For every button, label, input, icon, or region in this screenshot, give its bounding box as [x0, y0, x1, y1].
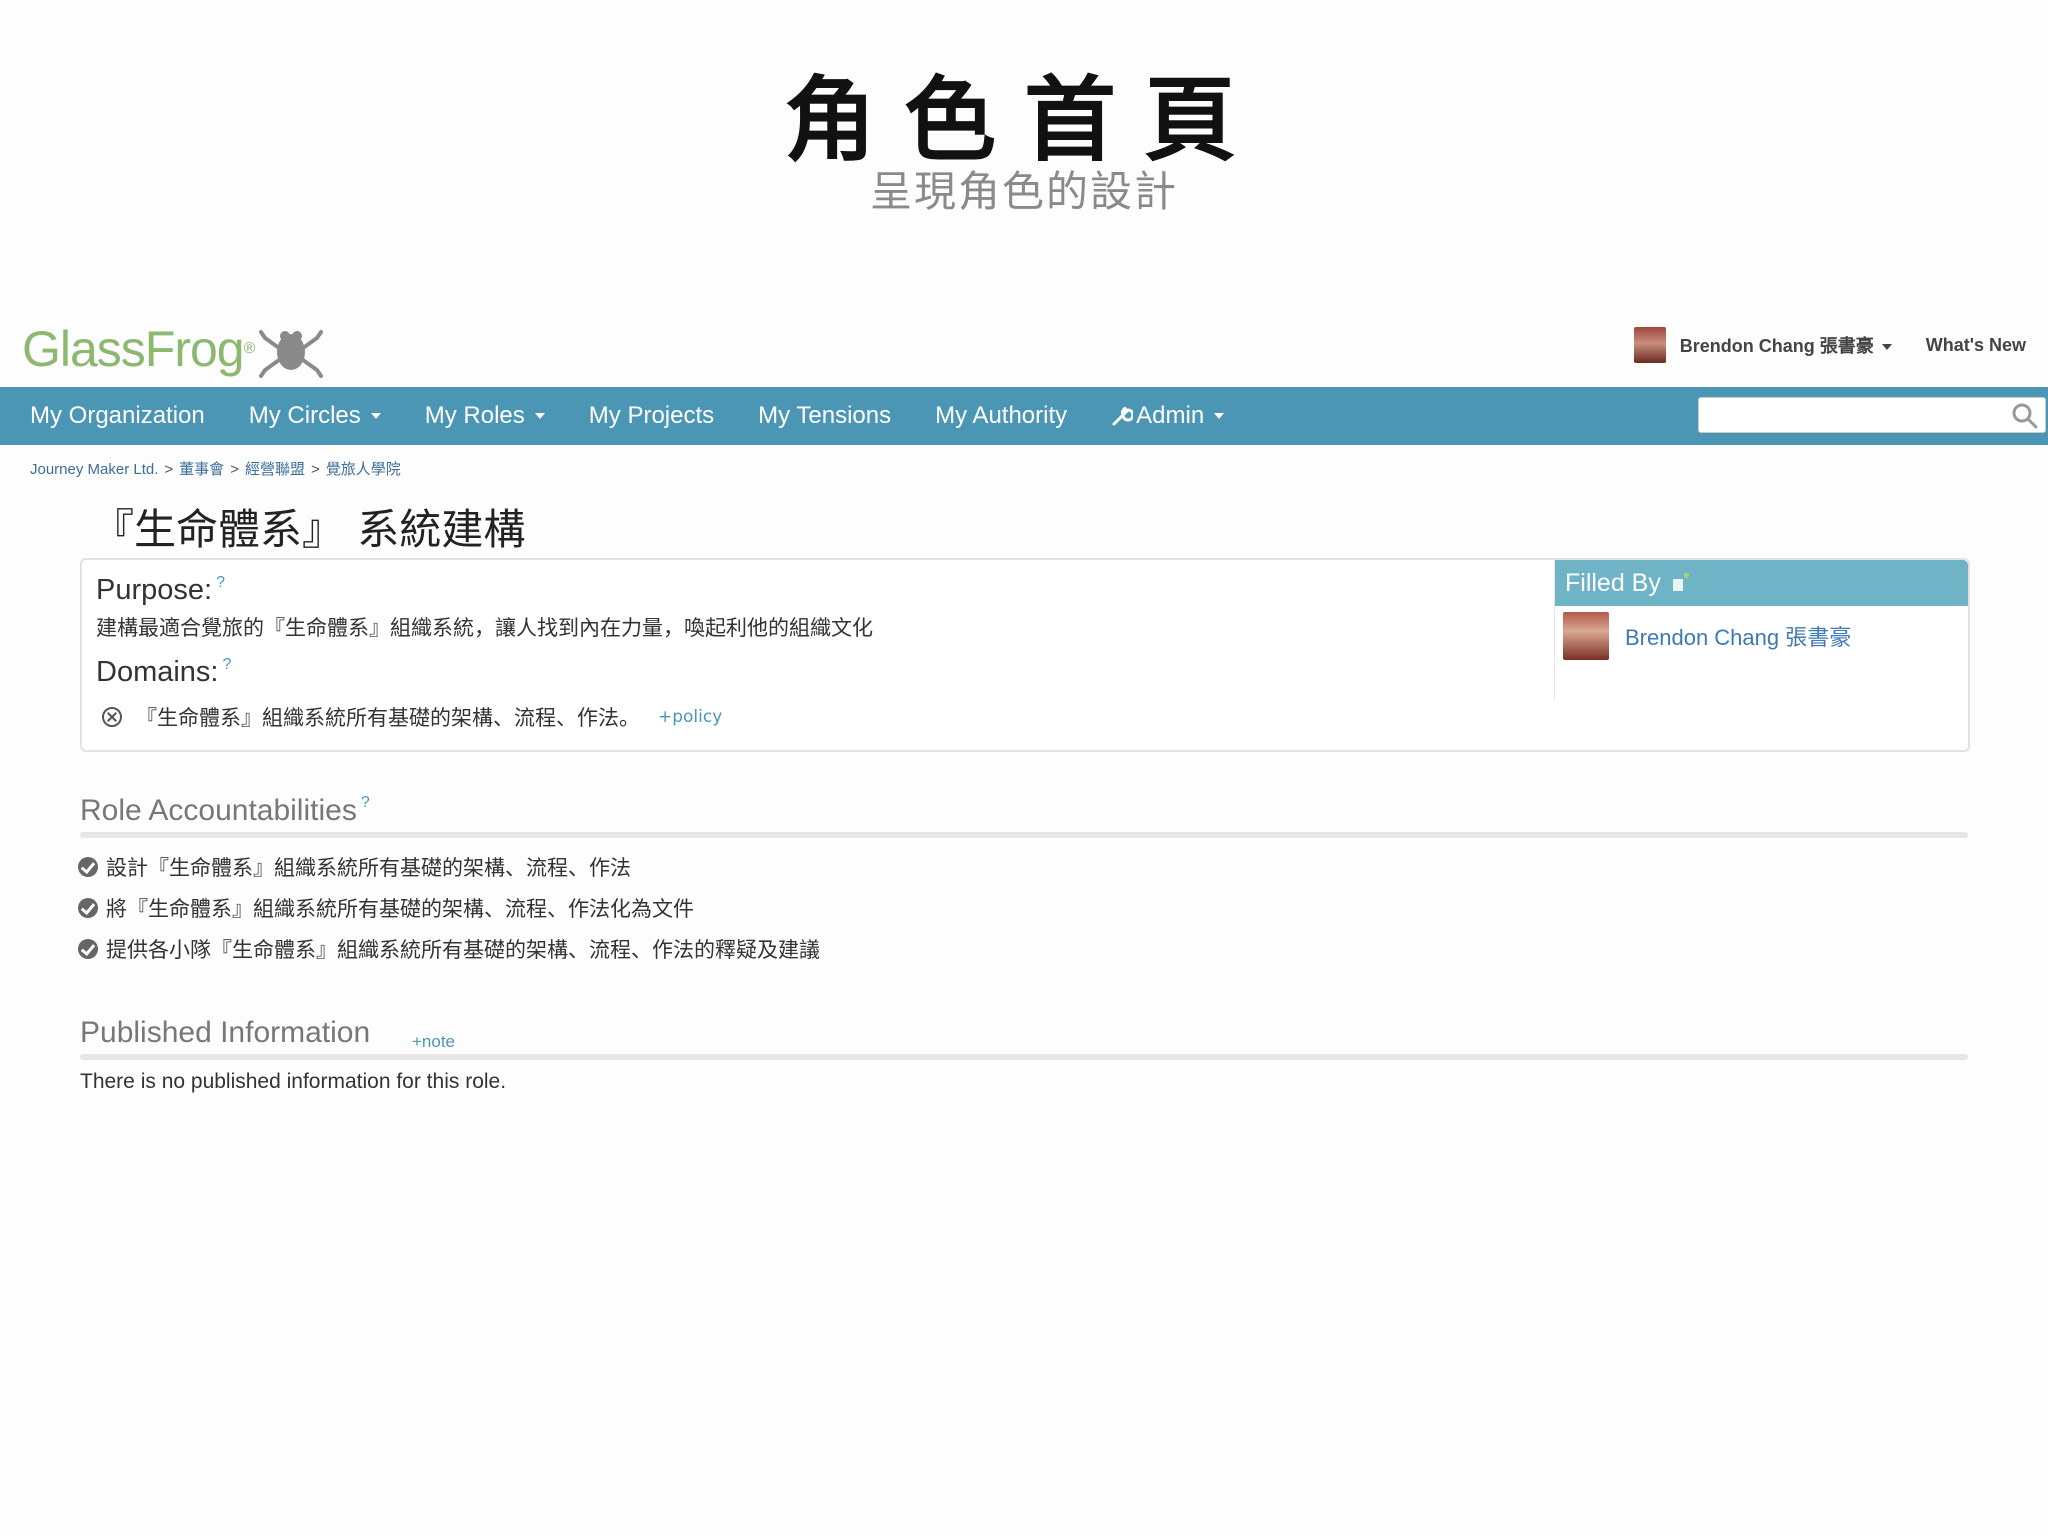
add-note-link[interactable]: +note [412, 1032, 455, 1052]
list-item: 設計『生命體系』組織系統所有基礎的架構、流程、作法 [78, 846, 820, 887]
frog-icon [259, 330, 324, 378]
breadcrumb: Journey Maker Ltd. > 董事會 > 經營聯盟 > 覺旅人學院 [30, 458, 401, 479]
accountabilities-list: 設計『生命體系』組織系統所有基礎的架構、流程、作法 將『生命體系』組織系統所有基… [78, 846, 820, 969]
glassfrog-logo[interactable]: GlassFrog ® [22, 320, 324, 378]
nav-label: My Roles [424, 402, 525, 429]
accountabilities-heading: Role Accountabilities? [80, 794, 370, 828]
accountabilities-title: Role Accountabilities [80, 794, 357, 827]
section-divider [80, 832, 1968, 838]
nav-my-authority[interactable]: My Authority [935, 402, 1067, 430]
add-person-icon[interactable] [1671, 573, 1691, 593]
nav-label: My Authority [935, 402, 1068, 429]
registered-mark: ® [243, 340, 256, 357]
breadcrumb-separator: > [310, 461, 320, 478]
purpose-text: 建構最適合覺旅的『生命體系』組織系統，讓人找到內在力量，喚起利他的組織文化 [96, 616, 873, 640]
wrench-icon [1112, 406, 1134, 426]
nav-my-projects[interactable]: My Projects [589, 402, 714, 430]
breadcrumb-item[interactable]: 董事會 [179, 461, 224, 478]
domain-item: 『生命體系』組織系統所有基礎的架構、流程、作法。 +policy [102, 702, 722, 732]
published-empty-text: There is no published information for th… [80, 1070, 507, 1093]
section-divider [80, 1054, 1968, 1060]
logo-text: GlassFrog [22, 321, 245, 377]
role-title: 『生命體系』 系統建構 [92, 505, 526, 554]
chevron-down-icon [1881, 344, 1892, 351]
chevron-down-icon [370, 413, 381, 419]
list-item: 將『生命體系』組織系統所有基礎的架構、流程、作法化為文件 [78, 887, 820, 928]
avatar[interactable] [1633, 327, 1666, 363]
breadcrumb-separator: > [230, 461, 239, 478]
avatar [1563, 612, 1609, 660]
nav-label: My Projects [588, 402, 715, 429]
add-policy-link[interactable]: +policy [658, 707, 722, 727]
role-detail-panel: Purpose:? 建構最適合覺旅的『生命體系』組織系統，讓人找到內在力量，喚起… [80, 558, 1970, 752]
search-input[interactable] [1699, 398, 1999, 430]
filled-by-header: Filled By [1555, 560, 1968, 606]
filled-by-label: Filled By [1565, 568, 1661, 597]
filled-by-box: Filled By Brendon Chang 張書豪 [1554, 560, 1968, 700]
nav-label: My Tensions [758, 402, 892, 429]
user-area: Brendon Chang 張書豪 What's New [1633, 327, 2026, 363]
filled-by-name: Brendon Chang 張書豪 [1625, 625, 1852, 650]
main-nav: My Organization My Circles My Roles My P… [0, 387, 2048, 445]
nav-my-roles[interactable]: My Roles [425, 402, 545, 430]
help-icon[interactable]: ? [361, 794, 370, 811]
nav-my-organization[interactable]: My Organization [30, 402, 205, 430]
user-name: Brendon Chang 張書豪 [1679, 336, 1874, 356]
purpose-heading: Purpose:? [96, 574, 225, 607]
whats-new-link[interactable]: What's New [1926, 335, 2026, 356]
nav-label: Admin [1136, 402, 1205, 429]
nav-my-tensions[interactable]: My Tensions [758, 402, 891, 430]
filled-by-person[interactable]: Brendon Chang 張書豪 [1555, 606, 1968, 666]
list-item: 提供各小隊『生命體系』組織系統所有基礎的架構、流程、作法的釋疑及建議 [78, 928, 820, 969]
nav-admin[interactable]: Admin [1111, 402, 1225, 430]
user-menu[interactable]: Brendon Chang 張書豪 [1680, 332, 1892, 358]
purpose-label: Purpose: [96, 574, 213, 606]
remove-circle-icon[interactable] [102, 707, 122, 727]
domain-text: 『生命體系』組織系統所有基礎的架構、流程、作法。 [136, 706, 640, 730]
glassfrog-app: GlassFrog ® Brendon Chang 張書豪 What's New… [0, 300, 2048, 1536]
chevron-down-icon [534, 413, 545, 419]
breadcrumb-item[interactable]: Journey Maker Ltd. [30, 461, 158, 478]
breadcrumb-item[interactable]: 覺旅人學院 [326, 461, 401, 478]
domains-heading: Domains:? [96, 656, 231, 689]
published-heading: Published Information [80, 1016, 371, 1049]
help-icon[interactable]: ? [216, 574, 225, 591]
accountability-text: 設計『生命體系』組織系統所有基礎的架構、流程、作法 [106, 855, 631, 880]
check-circle-icon [78, 897, 98, 918]
domains-label: Domains: [96, 656, 219, 688]
accountability-text: 提供各小隊『生命體系』組織系統所有基礎的架構、流程、作法的釋疑及建議 [106, 937, 820, 962]
search-box [1698, 397, 2046, 433]
nav-label: My Organization [30, 402, 205, 429]
check-circle-icon [78, 856, 98, 877]
help-icon[interactable]: ? [223, 656, 232, 673]
breadcrumb-item[interactable]: 經營聯盟 [245, 461, 305, 478]
slide-subtitle: 呈現角色的設計 [869, 167, 1178, 216]
chevron-down-icon [1214, 413, 1225, 419]
accountability-text: 將『生命體系』組織系統所有基礎的架構、流程、作法化為文件 [106, 896, 694, 921]
nav-my-circles[interactable]: My Circles [249, 402, 381, 430]
check-circle-icon [78, 938, 98, 959]
nav-label: My Circles [248, 402, 361, 429]
breadcrumb-separator: > [164, 461, 174, 478]
search-icon[interactable] [2011, 402, 2039, 430]
